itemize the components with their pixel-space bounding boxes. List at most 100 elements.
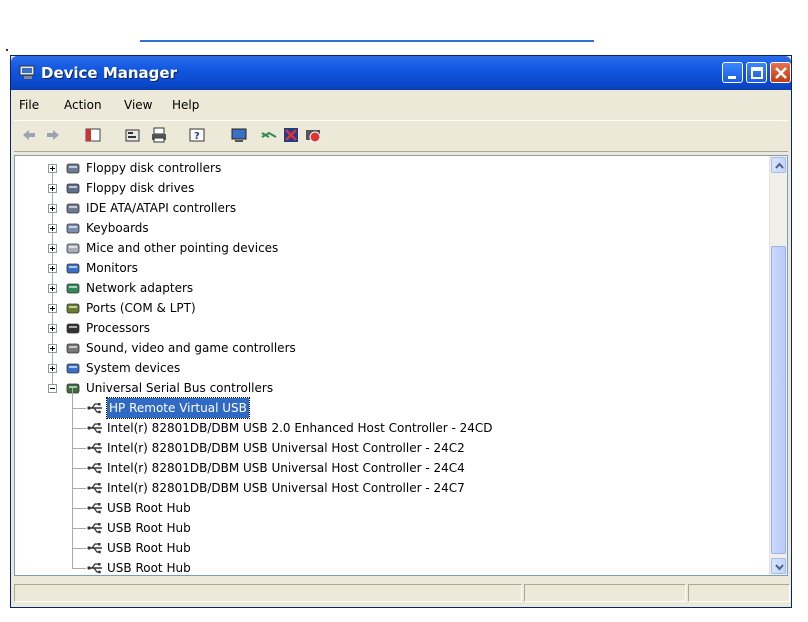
usb-device-icon — [87, 563, 102, 574]
uninstall-icon[interactable] — [282, 126, 300, 144]
expand-icon[interactable] — [48, 244, 57, 253]
back-arrow-icon[interactable] — [20, 126, 38, 144]
tree-device-row[interactable]: USB Root Hub — [15, 538, 755, 558]
tree-device-label: Intel(r) 82801DB/DBM USB Universal Host … — [107, 461, 465, 475]
usb-icon — [66, 383, 80, 394]
menu-bar: File Action View Help — [14, 94, 788, 116]
tree-category-label: System devices — [86, 361, 181, 375]
tree-category-row[interactable]: Mice and other pointing devices — [15, 238, 755, 258]
window-title: Device Manager — [41, 64, 177, 82]
tree-device-label: Intel(r) 82801DB/DBM USB 2.0 Enhanced Ho… — [107, 421, 493, 435]
top-rule-line — [140, 40, 594, 42]
tree-category-row[interactable]: Floppy disk controllers — [15, 158, 755, 178]
tree-category-row[interactable]: System devices — [15, 358, 755, 378]
usb-device-icon — [87, 443, 102, 454]
tree-category-label: Ports (COM & LPT) — [86, 301, 196, 315]
menu-view[interactable]: View — [124, 98, 152, 112]
maximize-icon — [751, 67, 763, 79]
expand-icon[interactable] — [48, 224, 57, 233]
status-pane-main — [14, 584, 522, 602]
menu-help[interactable]: Help — [172, 98, 199, 112]
expand-icon[interactable] — [48, 284, 57, 293]
expand-icon[interactable] — [48, 344, 57, 353]
expand-icon[interactable] — [48, 184, 57, 193]
scan-hardware-icon[interactable] — [230, 126, 248, 144]
tree-category-label: Floppy disk drives — [86, 181, 195, 195]
tree-device-row[interactable]: USB Root Hub — [15, 498, 755, 518]
usb-device-icon — [87, 403, 102, 414]
expand-icon[interactable] — [48, 264, 57, 273]
tree-device-row-selected[interactable]: HP Remote Virtual USB — [15, 397, 755, 419]
floppy-controller-icon — [66, 163, 80, 174]
expand-icon[interactable] — [48, 304, 57, 313]
tree-device-label: Intel(r) 82801DB/DBM USB Universal Host … — [107, 481, 465, 495]
stray-dot — [6, 49, 8, 51]
tree-device-row[interactable]: Intel(r) 82801DB/DBM USB 2.0 Enhanced Ho… — [15, 418, 755, 438]
tree-category-row[interactable]: Network adapters — [15, 278, 755, 298]
expand-icon[interactable] — [48, 204, 57, 213]
forward-arrow-icon[interactable] — [44, 126, 62, 144]
tree-device-row[interactable]: Intel(r) 82801DB/DBM USB Universal Host … — [15, 458, 755, 478]
network-adapter-icon — [66, 283, 80, 294]
chevron-up-icon — [775, 162, 784, 169]
floppy-drive-icon — [66, 183, 80, 194]
tree-category-row[interactable]: Processors — [15, 318, 755, 338]
disable-icon[interactable] — [304, 126, 322, 144]
status-pane-middle — [524, 584, 686, 602]
tree-device-row[interactable]: USB Root Hub — [15, 518, 755, 538]
minimize-button[interactable] — [722, 62, 743, 83]
vertical-scrollbar[interactable] — [769, 156, 787, 575]
tree-device-label: USB Root Hub — [107, 521, 191, 535]
expand-icon[interactable] — [48, 364, 57, 373]
device-manager-window: Device Manager File Action View Help ? F… — [10, 55, 792, 608]
tree-category-row[interactable]: Universal Serial Bus controllers — [15, 378, 755, 398]
tree-category-row[interactable]: IDE ATA/ATAPI controllers — [15, 198, 755, 218]
help-icon[interactable]: ? — [188, 126, 206, 144]
menu-file[interactable]: File — [19, 98, 39, 112]
tree-device-row[interactable]: USB Root Hub — [15, 558, 755, 575]
tree-category-row[interactable]: Floppy disk drives — [15, 178, 755, 198]
device-tree: Floppy disk controllers Floppy disk drive… — [14, 155, 788, 576]
tree-device-row[interactable]: Intel(r) 82801DB/DBM USB Universal Host … — [15, 438, 755, 458]
tree-device-label: USB Root Hub — [107, 501, 191, 515]
tree-category-label: Monitors — [86, 261, 138, 275]
menu-action[interactable]: Action — [64, 98, 102, 112]
ports-icon — [66, 303, 80, 314]
tree-category-row[interactable]: Keyboards — [15, 218, 755, 238]
system-devices-icon — [66, 363, 80, 374]
keyboard-icon — [66, 223, 80, 234]
tree-category-row[interactable]: Monitors — [15, 258, 755, 278]
tree-category-label: Sound, video and game controllers — [86, 341, 296, 355]
monitor-icon — [66, 263, 80, 274]
print-icon[interactable] — [150, 126, 168, 144]
maximize-button[interactable] — [746, 62, 767, 83]
tree-category-row[interactable]: Ports (COM & LPT) — [15, 298, 755, 318]
collapse-icon[interactable] — [48, 384, 57, 393]
minimize-icon — [728, 76, 736, 79]
scroll-up-button[interactable] — [771, 157, 786, 173]
update-driver-icon[interactable] — [260, 126, 278, 144]
tree-device-row[interactable]: Intel(r) 82801DB/DBM USB Universal Host … — [15, 478, 755, 498]
scrollbar-thumb[interactable] — [771, 246, 786, 554]
status-bar — [14, 582, 790, 604]
close-icon — [775, 67, 787, 79]
tree-device-label: USB Root Hub — [107, 561, 191, 575]
scroll-down-button[interactable] — [771, 558, 786, 574]
tree-category-label: IDE ATA/ATAPI controllers — [86, 201, 237, 215]
mouse-icon — [66, 243, 80, 254]
tree-category-row[interactable]: Sound, video and game controllers — [15, 338, 755, 358]
usb-device-icon — [87, 523, 102, 534]
sound-icon — [66, 343, 80, 354]
tree-category-label: Network adapters — [86, 281, 194, 295]
status-pane-right — [688, 584, 790, 602]
toolbar: ? — [14, 120, 788, 152]
chevron-down-icon — [775, 564, 784, 571]
expand-icon[interactable] — [48, 324, 57, 333]
ide-controller-icon — [66, 203, 80, 214]
title-bar[interactable]: Device Manager — [11, 56, 791, 90]
close-button[interactable] — [770, 62, 791, 83]
show-hide-console-tree-icon[interactable] — [84, 126, 102, 144]
usb-device-icon — [87, 503, 102, 514]
expand-icon[interactable] — [48, 164, 57, 173]
properties-icon[interactable] — [124, 126, 142, 144]
